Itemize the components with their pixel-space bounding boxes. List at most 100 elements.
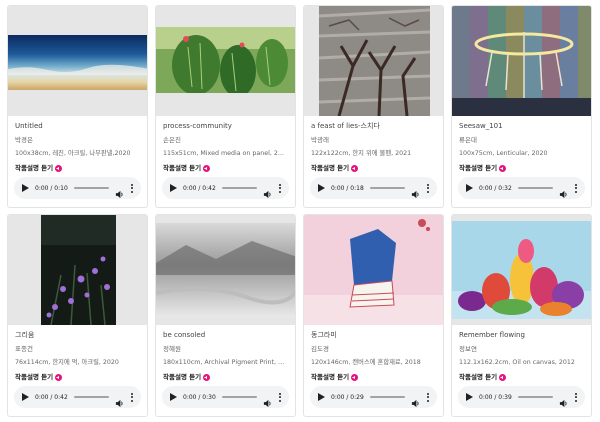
listen-description-label: 작품설명 듣기 — [15, 372, 140, 382]
listen-description-label: 작품설명 듣기 — [311, 372, 436, 382]
speaker-badge-icon — [499, 164, 507, 172]
volume-icon[interactable] — [411, 184, 420, 198]
listen-description-label: 작품설명 듣기 — [459, 372, 584, 382]
play-icon[interactable] — [169, 393, 177, 401]
artwork-title: 동그라미 — [311, 331, 337, 339]
artwork-spec: 120x146cm, 캔버스에 혼합재료, 2018 — [311, 359, 421, 366]
audio-player[interactable]: 0:00 / 0:29 — [310, 386, 437, 408]
play-icon[interactable] — [317, 393, 325, 401]
audio-player[interactable]: 0:00 / 0:30 — [162, 386, 289, 408]
artwork-artist: 류은대 — [459, 136, 477, 144]
listen-description-label: 작품설명 듣기 — [15, 163, 140, 173]
speaker-badge-icon — [351, 373, 359, 381]
artwork-artist: 손은진 — [163, 136, 181, 144]
audio-time: 0:00 / 0:18 — [331, 184, 364, 192]
artwork-spec: 122x122cm, 한지 위에 볼펜, 2021 — [311, 150, 412, 157]
artwork-spec: 76x114cm, 한지에 먹, 아크릴, 2020 — [15, 359, 119, 366]
artwork-title: be consoled — [163, 331, 206, 339]
listen-label: 작품설명 듣기 — [163, 373, 202, 381]
audio-progress-slider[interactable] — [221, 187, 257, 189]
artwork-image-candy[interactable] — [452, 215, 591, 325]
artwork-image-carousel[interactable] — [452, 6, 591, 116]
audio-time: 0:00 / 0:39 — [479, 393, 512, 401]
volume-icon[interactable] — [263, 184, 272, 198]
speaker-badge-icon — [203, 164, 211, 172]
volume-icon[interactable] — [263, 393, 272, 407]
play-icon[interactable] — [21, 184, 29, 192]
listen-description-label: 작품설명 듣기 — [311, 163, 436, 173]
artwork-card[interactable]: 동그라미 김도경 120x146cm, 캔버스에 혼합재료, 2018 작품설명… — [303, 214, 444, 417]
audio-progress-slider[interactable] — [517, 396, 553, 398]
listen-label: 작품설명 듣기 — [311, 373, 350, 381]
play-icon[interactable] — [169, 184, 177, 192]
audio-player[interactable]: 0:00 / 0:10 — [14, 177, 141, 199]
audio-time: 0:00 / 0:42 — [183, 184, 216, 192]
listen-description-label: 작품설명 듣기 — [459, 163, 584, 173]
more-options-icon[interactable] — [426, 392, 430, 402]
audio-player[interactable]: 0:00 / 0:39 — [458, 386, 585, 408]
artwork-card[interactable]: be consoled 정혜원 180x110cm, Archival Pigm… — [155, 214, 296, 417]
more-options-icon[interactable] — [574, 183, 578, 193]
artwork-title: Remember flowing — [459, 331, 525, 339]
more-options-icon[interactable] — [574, 392, 578, 402]
artwork-card[interactable]: a feast of lies-스치다 박광래 122x122cm, 한지 위에… — [303, 5, 444, 208]
artwork-spec: 100x75cm, Lenticular, 2020 — [459, 150, 548, 157]
audio-player[interactable]: 0:00 / 0:32 — [458, 177, 585, 199]
artwork-card[interactable]: Seesaw_101 류은대 100x75cm, Lenticular, 202… — [451, 5, 592, 208]
volume-icon[interactable] — [411, 393, 420, 407]
artwork-image-pink-abstract[interactable] — [304, 215, 443, 325]
audio-time: 0:00 / 0:30 — [183, 393, 216, 401]
artwork-card[interactable]: Remember flowing 정보연 112.1x162.2cm, Oil … — [451, 214, 592, 417]
play-icon[interactable] — [465, 184, 473, 192]
more-options-icon[interactable] — [130, 183, 134, 193]
audio-player[interactable]: 0:00 / 0:18 — [310, 177, 437, 199]
play-icon[interactable] — [21, 393, 29, 401]
artwork-spec: 100x38cm, 레진, 아크릴, 나무판넬,2020 — [15, 150, 131, 157]
speaker-badge-icon — [351, 164, 359, 172]
more-options-icon[interactable] — [426, 183, 430, 193]
audio-progress-slider[interactable] — [517, 187, 553, 189]
audio-player[interactable]: 0:00 / 0:42 — [162, 177, 289, 199]
play-icon[interactable] — [317, 184, 325, 192]
artwork-image-tree[interactable] — [304, 6, 443, 116]
listen-label: 작품설명 듣기 — [459, 373, 498, 381]
speaker-badge-icon — [203, 373, 211, 381]
artwork-artist: 박경은 — [15, 136, 33, 144]
listen-label: 작품설명 듣기 — [459, 164, 498, 172]
artwork-spec: 115x51cm, Mixed media on panel, 2021 — [163, 150, 288, 157]
audio-time: 0:00 / 0:29 — [331, 393, 364, 401]
artwork-image-snow-landscape[interactable] — [156, 215, 295, 325]
audio-player[interactable]: 0:00 / 0:42 — [14, 386, 141, 408]
audio-progress-slider[interactable] — [369, 187, 405, 189]
audio-progress-slider[interactable] — [73, 396, 109, 398]
play-icon[interactable] — [465, 393, 473, 401]
artwork-card[interactable]: Untitled 박경은 100x38cm, 레진, 아크릴, 나무판넬,202… — [7, 5, 148, 208]
volume-icon[interactable] — [115, 184, 124, 198]
more-options-icon[interactable] — [278, 183, 282, 193]
artwork-title: 그리움 — [15, 331, 35, 339]
speaker-badge-icon — [55, 373, 63, 381]
audio-progress-slider[interactable] — [73, 187, 109, 189]
artwork-image-purple-flowers[interactable] — [8, 215, 147, 325]
artwork-title: a feast of lies-스치다 — [311, 122, 380, 130]
artwork-spec: 180x110cm, Archival Pigment Print, 2018,… — [163, 359, 288, 366]
more-options-icon[interactable] — [130, 392, 134, 402]
artwork-grid: Untitled 박경은 100x38cm, 레진, 아크릴, 나무판넬,202… — [7, 5, 592, 417]
artwork-card[interactable]: process-community 손은진 115x51cm, Mixed me… — [155, 5, 296, 208]
audio-progress-slider[interactable] — [369, 396, 405, 398]
audio-progress-slider[interactable] — [221, 396, 257, 398]
listen-description-label: 작품설명 듣기 — [163, 163, 288, 173]
artwork-spec: 112.1x162.2cm, Oil on canvas, 2012 — [459, 359, 575, 366]
artwork-title: Untitled — [15, 122, 43, 130]
artwork-card[interactable]: 그리움 표종건 76x114cm, 한지에 먹, 아크릴, 2020 작품설명 … — [7, 214, 148, 417]
audio-time: 0:00 / 0:42 — [35, 393, 68, 401]
volume-icon[interactable] — [559, 184, 568, 198]
volume-icon[interactable] — [559, 393, 568, 407]
artwork-image-ocean[interactable] — [8, 6, 147, 116]
volume-icon[interactable] — [115, 393, 124, 407]
artwork-image-cactus[interactable] — [156, 6, 295, 116]
speaker-badge-icon — [55, 164, 63, 172]
more-options-icon[interactable] — [278, 392, 282, 402]
artwork-title: Seesaw_101 — [459, 122, 503, 130]
audio-time: 0:00 / 0:32 — [479, 184, 512, 192]
